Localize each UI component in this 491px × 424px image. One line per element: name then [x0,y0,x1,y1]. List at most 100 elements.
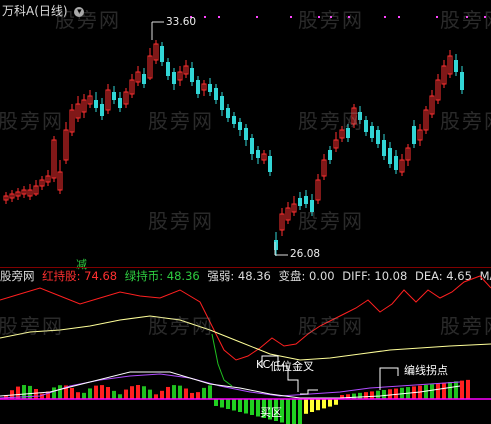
candle-body [226,108,230,118]
candle-body [232,116,236,124]
macd-bar [160,390,164,399]
candle-body [328,150,332,160]
chart-title: 万科A(日线) ▾ [2,2,85,19]
macd-bar [310,399,314,412]
macd-bar [178,385,182,399]
candle-body [112,92,116,100]
macd-bar [190,392,194,399]
top-marker-dot [348,16,350,18]
macd-bar [148,389,152,399]
macd-bar [232,399,236,411]
macd-bar [238,399,242,412]
macd-bar [388,389,392,399]
macd-bar [166,386,170,399]
low-price-label: 26.08 [290,248,321,260]
macd-bar [430,384,434,399]
top-marker-dot [218,16,220,18]
macd-bar [436,383,440,399]
macd-bar [208,385,212,399]
red-line [0,275,491,361]
candle-body [100,104,104,116]
yellow-line [0,315,491,361]
indicator-lines-group [0,275,491,399]
candle-body [394,156,398,170]
macd-bar [136,385,140,399]
top-marker-dot [484,16,486,18]
macd-bar [316,399,320,411]
indicator-chart[interactable] [0,268,491,424]
top-marker-dot [318,16,320,18]
candle-body [268,156,272,172]
macd-bar [328,399,332,407]
candle-body [244,128,248,140]
top-marker-dot [290,16,292,18]
candle-body [142,74,146,84]
macd-bar [58,385,62,399]
candle-body [454,60,458,72]
macd-bar [76,392,80,399]
turn-point-label: 编线拐点 [404,364,448,377]
macd-bar [376,390,380,399]
candle-body [304,196,308,204]
macd-bar [226,399,230,409]
candles-group [3,40,464,256]
candle-body [298,198,302,206]
top-marker-dot [466,16,468,18]
green-line [211,333,233,387]
macd-bar [172,385,176,399]
macd-bar [298,399,302,424]
macd-bar [364,392,368,399]
macd-bar [286,399,290,424]
candle-body [382,140,386,156]
candle-body [208,84,212,92]
macd-bar [250,399,254,415]
macd-bar [82,392,86,399]
candle-body [220,96,224,110]
macd-bar [184,388,188,399]
macd-bar [112,390,116,399]
top-marker-dot [398,16,400,18]
macd-bar [202,387,206,399]
macd-bar [448,382,452,399]
macd-bar [454,381,458,399]
candlestick-chart[interactable] [0,0,491,268]
macd-bar [244,399,248,414]
macd-bar [34,389,38,399]
candle-body [238,122,242,130]
macd-bar [358,392,362,399]
candle-body [250,138,254,154]
low-golden-cross-label: 低位金叉 [270,360,314,373]
indicator-panel[interactable] [0,268,491,424]
macd-bar [304,399,308,414]
macd-bar [70,387,74,399]
macd-bar [124,389,128,399]
high-price-label: 33.60 [166,16,197,28]
macd-bar [466,379,470,399]
macd-bar [334,399,338,405]
candle-body [256,150,260,158]
top-marker-dot [436,16,438,18]
macd-bar [352,393,356,399]
candle-body [310,200,314,212]
candle-body [412,126,416,144]
candle-body [160,46,164,62]
candle-body [346,128,350,138]
top-marker-dot [204,16,206,18]
candle-body [118,98,122,108]
candle-body [214,88,218,100]
macd-bar [94,385,98,399]
top-marker-dot [256,16,258,18]
macd-bar [196,392,200,399]
macd-bar [142,386,146,399]
kc-label: KC [256,358,271,371]
price-chart-panel[interactable] [0,0,491,268]
macd-bar [322,399,326,409]
macd-bar [52,387,56,399]
candle-body [196,80,200,94]
top-marker-dot [330,16,332,18]
macd-bar [370,391,374,399]
candle-body [460,72,464,90]
circle-ctrl-icon[interactable]: ▾ [74,6,85,17]
candle-body [370,126,374,138]
macd-bar [382,389,386,399]
